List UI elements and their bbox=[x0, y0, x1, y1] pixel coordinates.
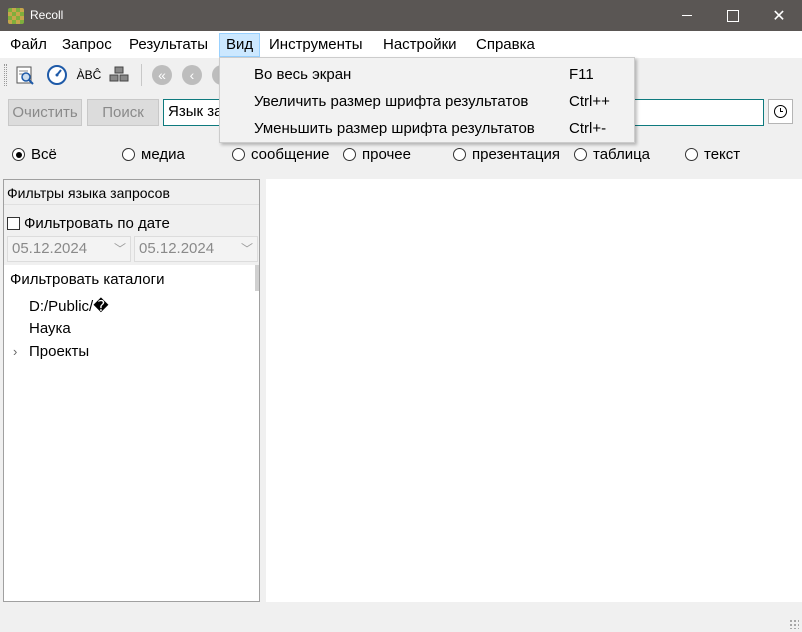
menu-item-label: Во весь экран bbox=[254, 66, 352, 83]
category-filter-row: Всё медиа сообщение прочее презентация т… bbox=[0, 140, 802, 170]
tree-root-label[interactable]: Фильтровать каталоги bbox=[10, 271, 164, 288]
resize-grip-icon[interactable] bbox=[789, 619, 799, 629]
menu-view[interactable]: Вид bbox=[219, 33, 261, 57]
maximize-button[interactable] bbox=[710, 0, 756, 31]
panel-title: Фильтры языка запросов bbox=[4, 180, 259, 205]
query-filters-panel: Фильтры языка запросов Фильтровать по да… bbox=[3, 179, 260, 602]
menu-file[interactable]: Файл bbox=[4, 33, 53, 57]
menu-query[interactable]: Запрос bbox=[56, 33, 118, 57]
spelling-abc-icon: ÀBĈ bbox=[76, 68, 102, 82]
radio-label: медиа bbox=[141, 146, 185, 163]
previous-page-icon: ‹ bbox=[182, 65, 202, 85]
radio-dot bbox=[453, 148, 466, 161]
close-icon: ✕ bbox=[772, 7, 786, 25]
menu-item-shortcut: Ctrl++ bbox=[569, 93, 610, 110]
date-filter-section: Фильтровать по дате 05.12.2024 ﹀ 05.12.2… bbox=[4, 205, 259, 265]
menu-item-label: Увеличить размер шрифта результатов bbox=[254, 93, 529, 110]
directory-tree: Фильтровать каталоги D:/Public/� Наука П… bbox=[4, 265, 259, 601]
menu-settings[interactable]: Настройки bbox=[377, 33, 463, 57]
radio-dot bbox=[685, 148, 698, 161]
radio-label: сообщение bbox=[251, 146, 330, 163]
first-page-icon: « bbox=[152, 65, 172, 85]
database-stack-icon bbox=[109, 66, 129, 82]
radio-label: презентация bbox=[472, 146, 560, 163]
window-title: Recoll bbox=[30, 8, 64, 22]
radio-text[interactable]: текст bbox=[685, 146, 740, 163]
chevron-down-icon: ﹀ bbox=[113, 242, 126, 256]
clock-icon bbox=[774, 105, 787, 118]
menu-help[interactable]: Справка bbox=[470, 33, 541, 57]
radio-spreadsheet[interactable]: таблица bbox=[574, 146, 650, 163]
radio-dot bbox=[574, 148, 587, 161]
menu-item-label: Уменьшить размер шрифта результатов bbox=[254, 120, 535, 137]
history-clock-button[interactable] bbox=[768, 99, 793, 124]
radio-dot bbox=[122, 148, 135, 161]
menu-item-shortcut: F11 bbox=[569, 66, 594, 83]
radio-message[interactable]: сообщение bbox=[232, 146, 329, 163]
date-to-value: 05.12.2024 bbox=[139, 240, 215, 257]
search-preview-icon bbox=[16, 66, 34, 85]
minimize-button[interactable] bbox=[664, 0, 710, 31]
results-pane[interactable] bbox=[266, 179, 802, 602]
close-button[interactable]: ✕ bbox=[756, 0, 802, 31]
search-button[interactable]: Поиск bbox=[87, 99, 159, 126]
chevron-down-icon: ﹀ bbox=[240, 242, 253, 256]
menu-item-fullscreen[interactable]: Во весь экран F11 bbox=[220, 61, 634, 88]
first-page-button[interactable]: « bbox=[151, 64, 173, 86]
menu-item-increase-font[interactable]: Увеличить размер шрифта результатов Ctrl… bbox=[220, 88, 634, 115]
date-from-value: 05.12.2024 bbox=[12, 240, 88, 257]
view-menu-dropdown: Во весь экран F11 Увеличить размер шрифт… bbox=[219, 57, 635, 143]
checkbox-box bbox=[7, 217, 20, 230]
index-button[interactable] bbox=[108, 64, 130, 86]
radio-presentation[interactable]: презентация bbox=[453, 146, 560, 163]
expand-arrow-icon[interactable]: › bbox=[13, 344, 17, 359]
menu-item-shortcut: Ctrl+- bbox=[569, 120, 607, 137]
radio-dot bbox=[343, 148, 356, 161]
radio-label: Всё bbox=[31, 146, 57, 163]
toolbar-grip[interactable] bbox=[4, 64, 7, 86]
toolbar-separator bbox=[141, 64, 142, 86]
radio-label: текст bbox=[704, 146, 741, 163]
radio-all[interactable]: Всё bbox=[12, 146, 57, 163]
date-filter-checkbox[interactable]: Фильтровать по дате bbox=[7, 215, 170, 232]
history-button[interactable] bbox=[46, 64, 68, 86]
radio-media[interactable]: медиа bbox=[122, 146, 185, 163]
radio-dot bbox=[232, 148, 245, 161]
date-from-field[interactable]: 05.12.2024 ﹀ bbox=[7, 236, 131, 262]
radio-other[interactable]: прочее bbox=[343, 146, 411, 163]
panel-scrollbar[interactable] bbox=[255, 265, 259, 291]
clock-gauge-icon bbox=[47, 65, 67, 85]
menu-tools[interactable]: Инструменты bbox=[263, 33, 369, 57]
status-bar bbox=[0, 604, 802, 632]
radio-label: прочее bbox=[362, 146, 411, 163]
title-bar: Recoll ✕ bbox=[0, 0, 802, 31]
menu-item-decrease-font[interactable]: Уменьшить размер шрифта результатов Ctrl… bbox=[220, 115, 634, 142]
tree-item-science[interactable]: Наука bbox=[29, 320, 71, 337]
menu-results[interactable]: Результаты bbox=[123, 33, 214, 57]
date-to-field[interactable]: 05.12.2024 ﹀ bbox=[134, 236, 258, 262]
menu-bar: Файл Запрос Результаты Вид Инструменты Н… bbox=[0, 31, 802, 58]
tree-item-public[interactable]: D:/Public/� bbox=[29, 297, 109, 315]
recoll-app-icon bbox=[8, 8, 24, 24]
search-preview-button[interactable] bbox=[14, 64, 36, 86]
tree-item-projects[interactable]: Проекты bbox=[29, 343, 89, 360]
date-filter-label: Фильтровать по дате bbox=[24, 215, 170, 232]
radio-label: таблица bbox=[593, 146, 651, 163]
previous-page-button[interactable]: ‹ bbox=[181, 64, 203, 86]
radio-dot bbox=[12, 148, 25, 161]
clear-button[interactable]: Очистить bbox=[8, 99, 82, 126]
spelling-button[interactable]: ÀBĈ bbox=[76, 64, 102, 86]
